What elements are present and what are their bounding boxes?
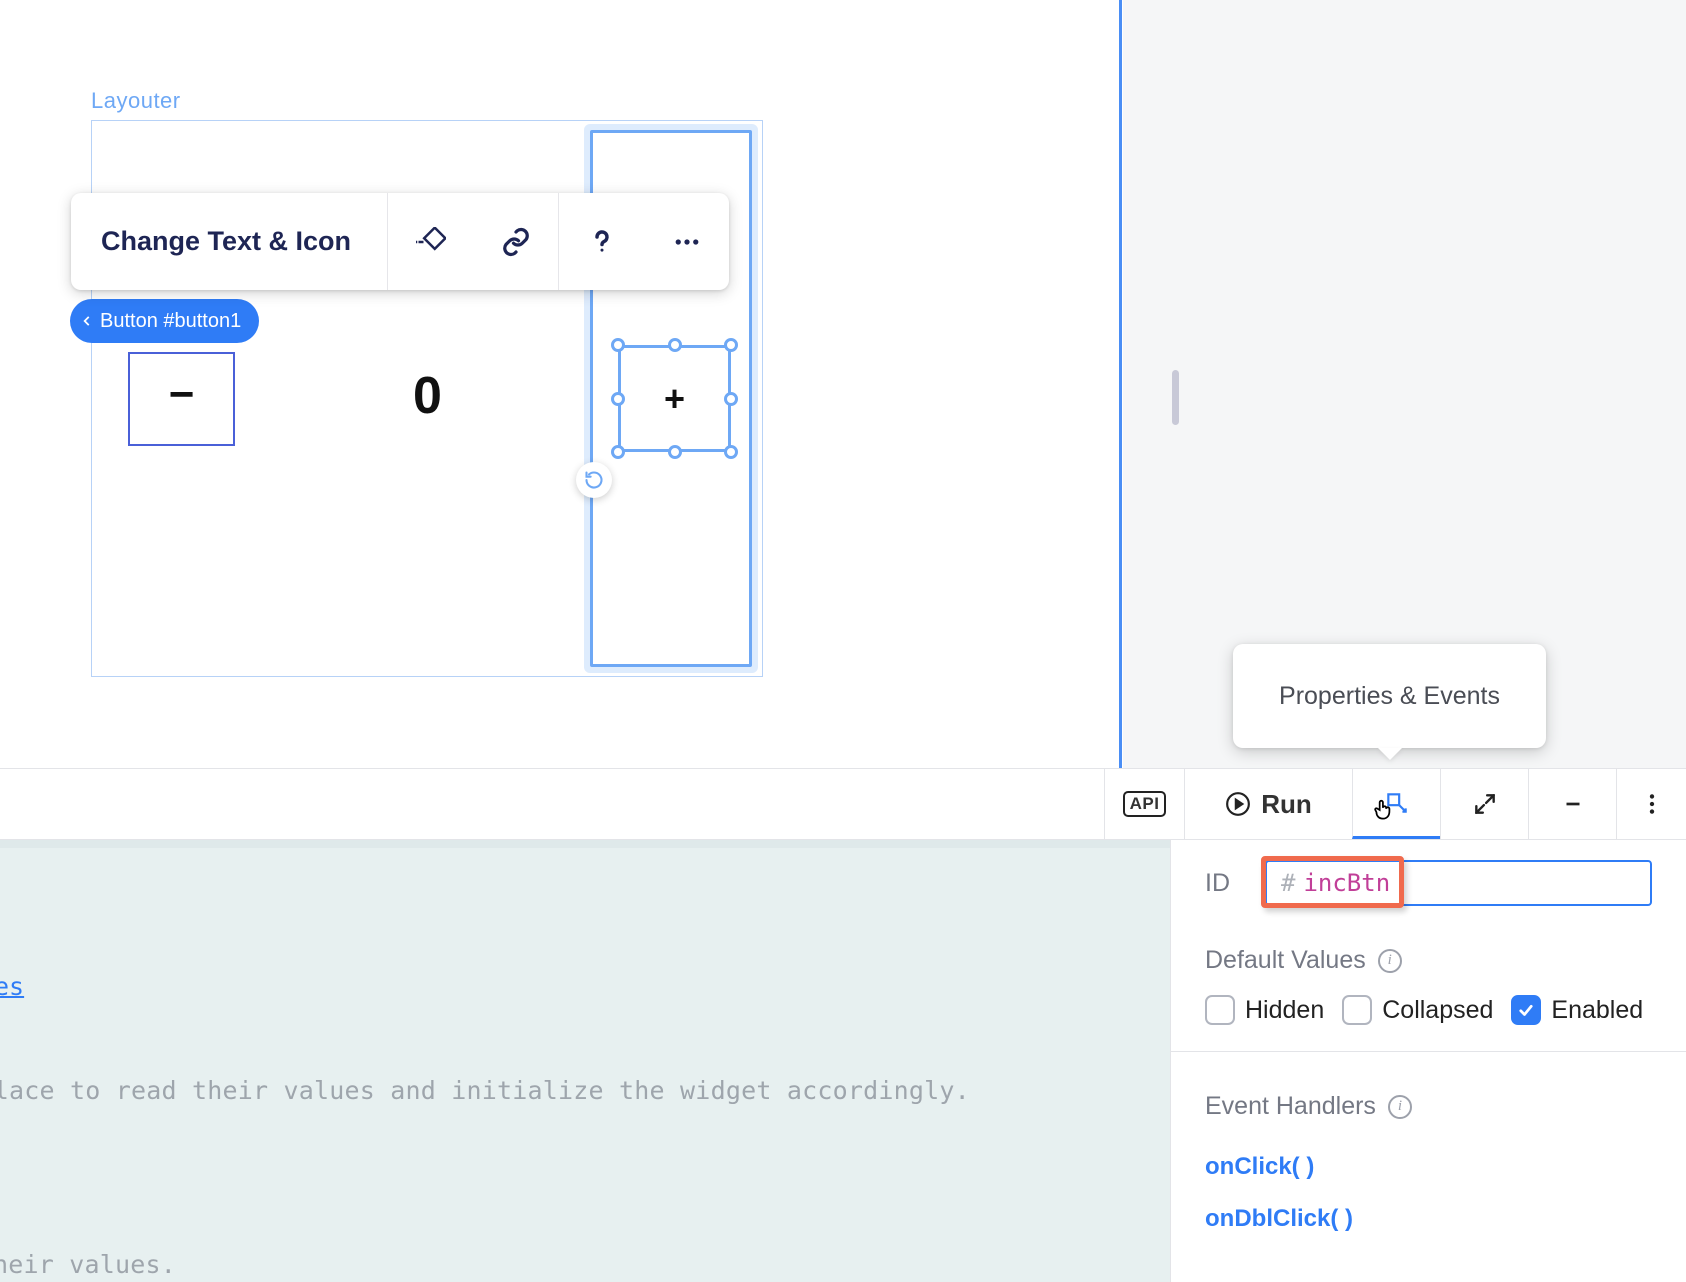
rotate-handle[interactable] [576,462,612,498]
api-button[interactable]: API [1104,769,1184,839]
bottom-toolbar: API Run [0,768,1686,840]
resize-handle[interactable] [724,338,738,352]
tooltip-properties-events: Properties & Events [1233,644,1546,748]
animation-icon[interactable] [388,193,473,290]
code-panel[interactable]: es d place to read their values and init… [0,840,1170,1282]
id-label: ID [1205,869,1265,898]
insertion-indicator [1172,370,1179,425]
chevron-left-icon [80,314,94,328]
id-input[interactable]: # incBtn [1265,860,1652,906]
kebab-menu-button[interactable] [1616,769,1686,839]
vertical-divider[interactable] [1119,0,1122,768]
code-comment: d place to read their values and initial… [0,1076,970,1105]
layouter-label: Layouter [91,88,181,114]
resize-handle[interactable] [724,392,738,406]
more-icon[interactable] [644,193,729,290]
enabled-checkbox[interactable]: Enabled [1511,995,1643,1025]
info-icon[interactable]: i [1378,949,1402,973]
info-icon[interactable]: i [1388,1095,1412,1119]
resize-handle[interactable] [611,392,625,406]
expand-button[interactable] [1440,769,1528,839]
floating-toolbar: Change Text & Icon [71,193,729,290]
change-text-and-icon-button[interactable]: Change Text & Icon [71,226,387,257]
hidden-checkbox[interactable]: Hidden [1205,995,1324,1025]
resize-handle[interactable] [724,445,738,459]
properties-panel: ID # incBtn Default Values i Hidden Co [1170,840,1686,1282]
resize-handle[interactable] [668,445,682,459]
onclick-link[interactable]: onClick( ) [1205,1141,1652,1193]
run-button[interactable]: Run [1184,769,1352,839]
code-comment: changes to their values. [0,1250,176,1279]
default-values-row: Hidden Collapsed Enabled [1171,995,1686,1052]
properties-events-button[interactable] [1352,769,1440,839]
resize-handle[interactable] [611,338,625,352]
link-icon[interactable] [473,193,558,290]
canvas-area[interactable]: Layouter Change Text & Icon [0,0,1119,768]
ondblclick-link[interactable]: onDblClick( ) [1205,1193,1652,1245]
resize-handle[interactable] [668,338,682,352]
bottom-area: API Run [0,768,1686,1282]
id-prefix: # [1281,869,1295,897]
code-function-name[interactable]: es [0,972,24,1001]
minimize-button[interactable] [1528,769,1616,839]
resize-handle[interactable] [611,445,625,459]
help-icon[interactable] [559,193,644,290]
root: Layouter Change Text & Icon [0,0,1686,1282]
event-handlers-title: Event Handlers i [1205,1092,1686,1121]
increment-button-selected[interactable]: + [618,345,731,452]
id-value: incBtn [1303,869,1390,897]
collapsed-checkbox[interactable]: Collapsed [1342,995,1493,1025]
cursor-icon [1371,797,1401,827]
default-values-title: Default Values i [1205,946,1686,975]
breadcrumb-chip[interactable]: Button #button1 [70,299,259,343]
